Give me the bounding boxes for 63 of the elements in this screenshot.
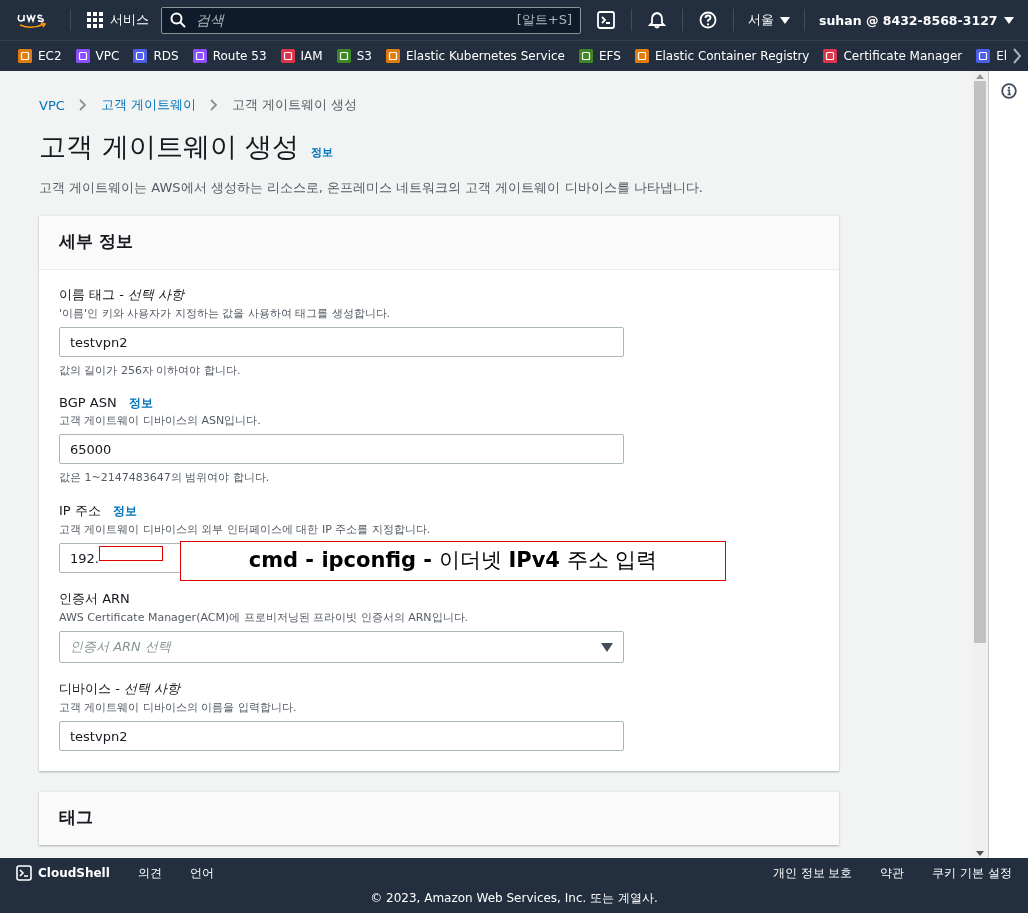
favorite-link[interactable]: S3 <box>336 49 372 63</box>
favorite-link[interactable]: Route 53 <box>192 49 267 63</box>
account-menu[interactable]: suhan @ 8432-8568-3127 <box>815 12 1018 28</box>
text-input[interactable]: 65000 <box>59 434 624 464</box>
field-label: BGP ASN <box>59 395 117 410</box>
terminal-icon <box>16 865 32 881</box>
field-description: 고객 게이트웨이 디바이스의 이름을 입력합니다. <box>59 700 298 715</box>
field-description: 고객 게이트웨이 디바이스의 외부 인터페이스에 대한 IP 주소를 지정합니다. <box>59 522 432 537</box>
breadcrumb-current: 고객 게이트웨이 생성 <box>231 96 358 114</box>
info-icon[interactable] <box>1000 83 1017 99</box>
text-input[interactable]: testvpn2 <box>59 327 624 357</box>
favorite-link[interactable]: El <box>976 49 1008 63</box>
field-label: IP 주소 <box>59 502 101 520</box>
search-input[interactable]: 검색 <box>194 11 509 29</box>
favorite-link[interactable]: Certificate Manager <box>823 49 963 63</box>
field-hint: 값의 길이가 256자 이하여야 합니다. <box>59 363 242 378</box>
annotation-overlay: cmd - ipconfig - 이더넷 IPv4 주소 입력 <box>180 541 726 581</box>
footer-link[interactable]: 의견 <box>137 864 162 882</box>
favorite-link[interactable]: Elastic Kubernetes Service <box>385 49 565 63</box>
footer-link[interactable]: 쿠키 기본 설정 <box>932 864 1012 882</box>
copyright-text: © 2023, Amazon Web Services, Inc. 또는 계열사. <box>369 890 659 907</box>
section-title: 세부 정보 <box>59 230 134 253</box>
grid-icon <box>87 12 103 28</box>
search-icon <box>170 12 186 28</box>
cloudshell-link[interactable]: CloudShell <box>16 865 110 881</box>
favorite-link[interactable]: Elastic Container Registry <box>634 49 810 63</box>
chevron-right-icon[interactable] <box>1012 48 1022 64</box>
field-description: '이름'인 키와 사용자가 지정하는 값을 사용하여 태그를 생성합니다. <box>59 306 392 321</box>
field-label: 이름 태그 - 선택 사항 <box>59 286 185 304</box>
favorite-link[interactable]: VPC <box>75 49 120 63</box>
breadcrumb-link[interactable]: 고객 게이트웨이 <box>100 96 196 114</box>
breadcrumb-link[interactable]: VPC <box>39 97 65 113</box>
shortcut-hint: [알트+S] <box>516 11 572 29</box>
info-link[interactable]: 정보 <box>311 145 334 160</box>
scrollbar[interactable] <box>972 71 989 858</box>
favorite-link[interactable]: EC2 <box>18 49 62 63</box>
field-description: 고객 게이트웨이 디바이스의 ASN입니다. <box>59 413 262 428</box>
region-menu[interactable]: 서울 <box>744 11 794 29</box>
caret-icon <box>780 16 790 24</box>
chevron-right-icon <box>78 99 87 111</box>
footer-link[interactable]: 개인 정보 보호 <box>772 864 853 882</box>
info-link[interactable]: 정보 <box>112 504 137 519</box>
field-label: 디바이스 - 선택 사항 <box>59 680 181 698</box>
text-input[interactable]: testvpn2 <box>59 721 624 751</box>
caret-icon <box>1003 16 1014 24</box>
field-description: AWS Certificate Manager(ACM)에 프로비저닝된 프라이빗 인증서의 ARN입니다. <box>59 610 470 625</box>
field-hint: 값은 1~2147483647의 범위여야 합니다. <box>59 470 271 485</box>
field-label: 인증서 ARN <box>59 590 130 608</box>
favorite-link[interactable]: EFS <box>579 49 621 63</box>
scrollbar-thumb[interactable] <box>974 81 986 643</box>
favorite-link[interactable]: RDS <box>133 49 179 63</box>
caret-icon <box>601 642 613 652</box>
services-button[interactable]: 서비스 <box>81 7 155 33</box>
search-bar[interactable]: 검색 [알트+S] <box>161 6 581 34</box>
footer-link[interactable]: 약관 <box>880 864 905 882</box>
page-description: 고객 게이트웨이는 AWS에서 생성하는 리소스로, 온프레미스 네트워크의 고객 게이트웨이 디바이스를 나타냅니다. <box>39 179 704 197</box>
favorite-link[interactable]: IAM <box>280 49 323 63</box>
scroll-down-icon[interactable] <box>976 850 984 856</box>
section-title: 태그 <box>59 806 94 829</box>
chevron-right-icon <box>209 99 218 111</box>
footer-link[interactable]: 언어 <box>189 864 214 882</box>
info-link[interactable]: 정보 <box>128 396 153 411</box>
page-title: 고객 게이트웨이 생성 <box>39 130 300 164</box>
